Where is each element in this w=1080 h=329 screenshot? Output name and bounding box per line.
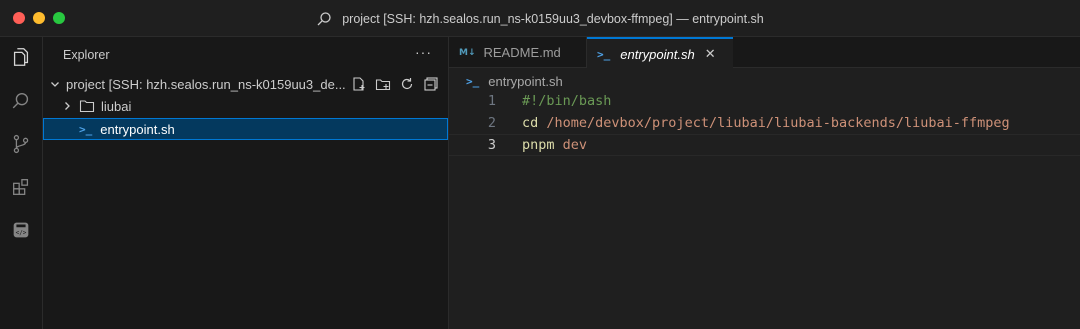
workspace-root-label: project [SSH: hzh.sealos.run_ns-k0159uu3… <box>66 76 346 92</box>
code-command: pnpm <box>522 137 555 153</box>
explorer-sidebar: Explorer ··· project [SSH: hzh.sealos.ru… <box>43 37 449 329</box>
breadcrumb: >_ entrypoint.sh <box>466 72 563 90</box>
chevron-down-icon[interactable] <box>47 76 63 92</box>
tree-item-entrypoint[interactable]: >_ entrypoint.sh <box>43 118 448 140</box>
explorer-icon[interactable] <box>9 45 33 69</box>
tree-item-label: liubai <box>101 98 132 114</box>
explorer-header: Explorer ··· <box>43 37 448 71</box>
close-icon[interactable]: ✕ <box>705 46 716 62</box>
line-number: 1 <box>487 93 496 109</box>
new-folder-icon[interactable] <box>374 75 392 93</box>
tab-label: README.md <box>483 45 561 60</box>
tab-readme[interactable]: M↓ README.md <box>449 37 587 68</box>
remote-devbox-icon[interactable]: </> <box>9 218 33 242</box>
code-line[interactable]: 1 #!/bin/bash <box>449 90 1080 112</box>
window-title[interactable]: project [SSH: hzh.sealos.run_ns-k0159uu3… <box>342 12 764 26</box>
terminal-icon: >_ <box>466 74 480 88</box>
folder-icon <box>79 99 95 113</box>
chevron-right-icon[interactable] <box>59 98 75 114</box>
code-argument: /home/devbox/project/liubai/liubai-backe… <box>538 115 1010 131</box>
workspace-root[interactable]: project [SSH: hzh.sealos.run_ns-k0159uu3… <box>43 73 448 95</box>
code-line[interactable]: 2 cd /home/devbox/project/liubai/liubai-… <box>449 112 1080 134</box>
line-number: 3 <box>487 137 496 153</box>
code-command: cd <box>522 115 539 131</box>
line-number: 2 <box>487 115 496 131</box>
tab-entrypoint[interactable]: >_ entrypoint.sh ✕ <box>587 37 733 69</box>
activity-bar: </> <box>0 37 43 329</box>
code-argument: dev <box>554 137 588 153</box>
extensions-icon[interactable] <box>9 175 33 199</box>
tab-bar: M↓ README.md >_ entrypoint.sh ✕ <box>449 37 1080 69</box>
tab-label: entrypoint.sh <box>620 46 695 62</box>
code-line-current[interactable]: 3 pnpm dev <box>449 134 1080 156</box>
explorer-title: Explorer <box>63 48 110 62</box>
new-file-icon[interactable] <box>350 75 368 93</box>
terminal-icon: >_ <box>79 122 93 136</box>
code-editor[interactable]: 1 #!/bin/bash 2 cd /home/devbox/project/… <box>449 90 1080 156</box>
search-icon[interactable] <box>9 89 33 113</box>
code-text: #!/bin/bash <box>522 93 612 109</box>
source-control-icon[interactable] <box>9 132 33 156</box>
refresh-icon[interactable] <box>398 75 416 93</box>
tree-item-liubai[interactable]: liubai <box>43 95 448 117</box>
tree-item-label: entrypoint.sh <box>100 121 175 137</box>
search-icon[interactable] <box>316 11 332 27</box>
editor-area: M↓ README.md >_ entrypoint.sh ✕ >_ entry… <box>449 37 1080 329</box>
collapse-all-icon[interactable] <box>422 75 440 93</box>
breadcrumb-item[interactable]: entrypoint.sh <box>488 74 562 89</box>
markdown-icon: M↓ <box>459 47 476 58</box>
terminal-icon: >_ <box>597 47 611 61</box>
svg-text:</>: </> <box>16 230 27 237</box>
more-actions-icon[interactable]: ··· <box>415 44 432 60</box>
title-bar: project [SSH: hzh.sealos.run_ns-k0159uu3… <box>0 0 1080 37</box>
